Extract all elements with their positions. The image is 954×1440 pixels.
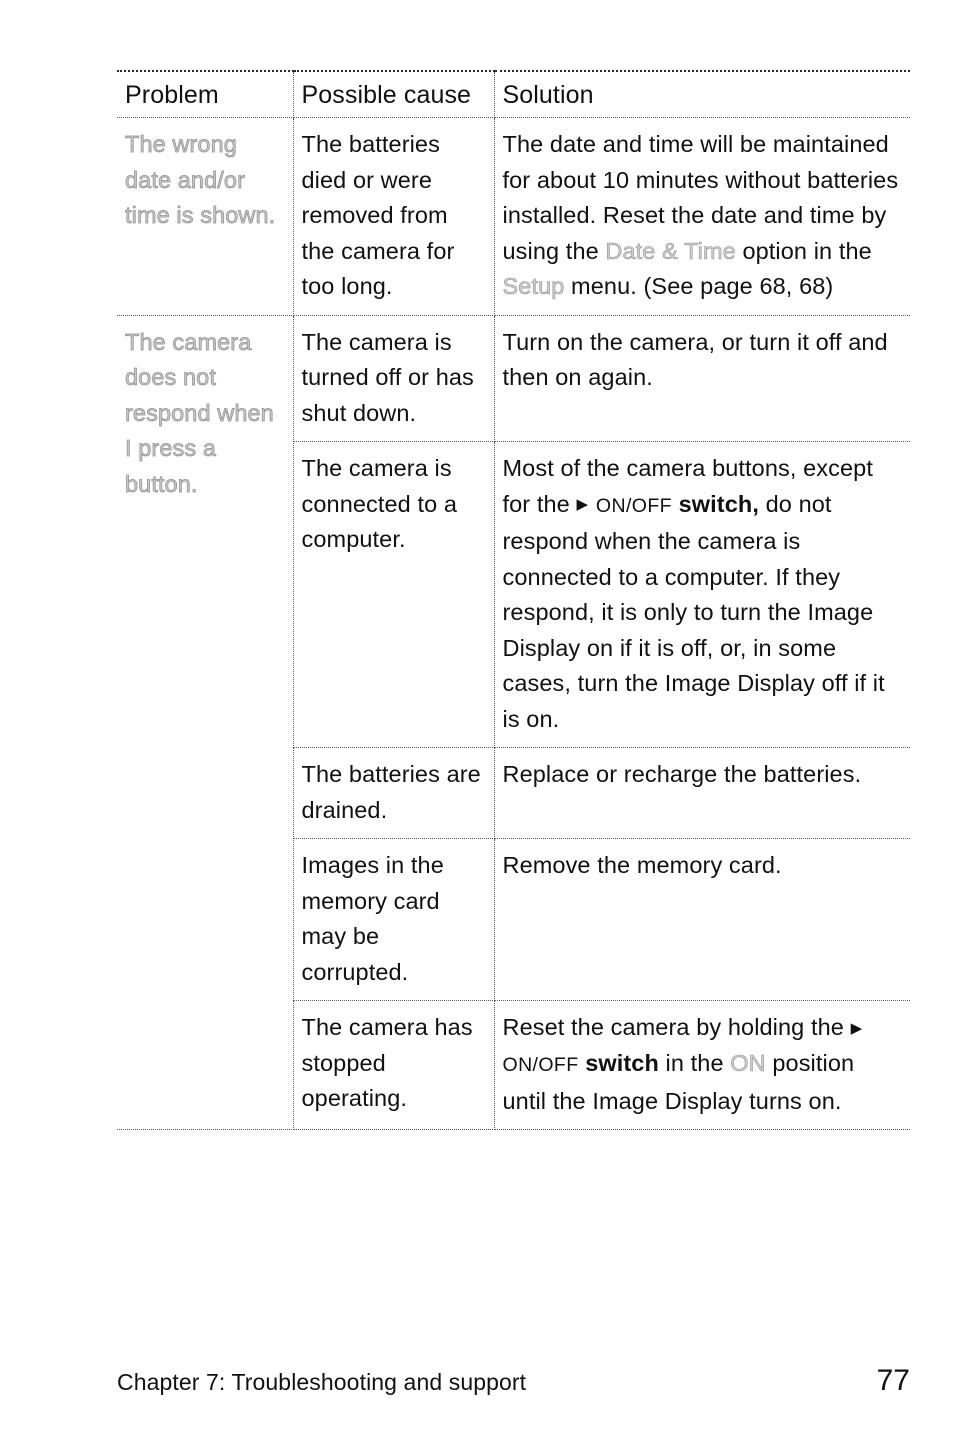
play-triangle-icon: ▶ [576, 496, 589, 513]
solution-text: Reset the camera by holding the [502, 1014, 851, 1040]
cell-solution: Most of the camera buttons, except for t… [494, 441, 910, 748]
manual-page: Problem Possible cause Solution The wron… [0, 0, 954, 1440]
cell-possible-cause: The batteries are drained. [293, 747, 495, 839]
solution-text: Remove the memory card. [502, 852, 782, 878]
cause-text: The camera has stopped operating. [301, 1014, 473, 1111]
page-number: 77 [876, 1364, 910, 1397]
column-header-cause: Possible cause [293, 70, 495, 118]
cell-solution: Replace or recharge the batteries. [494, 747, 910, 839]
solution-emphasis: switch, [671, 490, 759, 517]
troubleshooting-table: Problem Possible cause Solution The wron… [117, 70, 910, 1130]
column-header-problem: Problem [117, 70, 294, 118]
cause-text: The camera is connected to a computer. [301, 455, 458, 552]
table-body: The wrong date and/or time is shown. The … [117, 117, 910, 1130]
cause-text: The camera is turned off or has shut dow… [301, 328, 474, 426]
solution-text: menu. (See page 68, 68) [564, 273, 834, 299]
cause-text: Images in the memory card may be corrupt… [301, 852, 444, 985]
cell-solution: Remove the memory card. [494, 838, 910, 1001]
problem-text: The camera does not respond when I press… [125, 328, 274, 497]
solution-text: option in the [735, 237, 872, 264]
cell-solution: Reset the camera by holding the ▶ ON/OFF… [494, 1000, 910, 1130]
solution-emphasis: switch [578, 1050, 659, 1076]
cell-possible-cause: The camera is turned off or has shut dow… [293, 315, 495, 442]
solution-text: Replace or recharge the batteries. [502, 761, 862, 787]
cell-possible-cause: Images in the memory card may be corrupt… [293, 838, 495, 1001]
footer-chapter-label: Chapter 7: Troubleshooting and support [117, 1369, 527, 1395]
cell-problem: The camera does not respond when I press… [117, 315, 294, 1130]
table-header-row: Problem Possible cause Solution [117, 70, 910, 118]
ui-label-faded: ON [730, 1050, 766, 1077]
cell-problem: The wrong date and/or time is shown. [117, 117, 294, 316]
cell-possible-cause: The batteries died or were removed from … [293, 117, 495, 316]
problem-text: The wrong date and/or time is shown. [125, 131, 276, 229]
play-triangle-icon: ▶ [850, 1019, 863, 1037]
table-row: The camera does not respond when I press… [117, 315, 910, 1130]
solution-text: do not respond when the camera is connec… [502, 490, 885, 732]
ui-label-faded: Setup [502, 273, 565, 300]
on-off-label: ON/OFF [590, 494, 672, 517]
page-footer: Chapter 7: Troubleshooting and support 7… [117, 1366, 910, 1397]
cell-possible-cause: The camera is connected to a computer. [293, 441, 495, 748]
solution-text: in the [658, 1050, 731, 1076]
solution-text: Turn on the camera, or turn it off and t… [502, 328, 888, 391]
table-row: The wrong date and/or time is shown. The … [117, 117, 910, 316]
column-header-solution: Solution [494, 70, 910, 118]
cause-text: The batteries died or were removed from … [301, 131, 455, 299]
cell-solution: Turn on the camera, or turn it off and t… [494, 315, 910, 442]
cause-text: The batteries are drained. [301, 761, 481, 823]
table-header: Problem Possible cause Solution [117, 70, 910, 118]
on-off-label: ON/OFF [502, 1054, 579, 1076]
ui-label-faded: Date & Time [605, 237, 736, 264]
cell-solution: The date and time will be maintained for… [494, 117, 910, 316]
cell-possible-cause: The camera has stopped operating. [293, 1000, 495, 1130]
